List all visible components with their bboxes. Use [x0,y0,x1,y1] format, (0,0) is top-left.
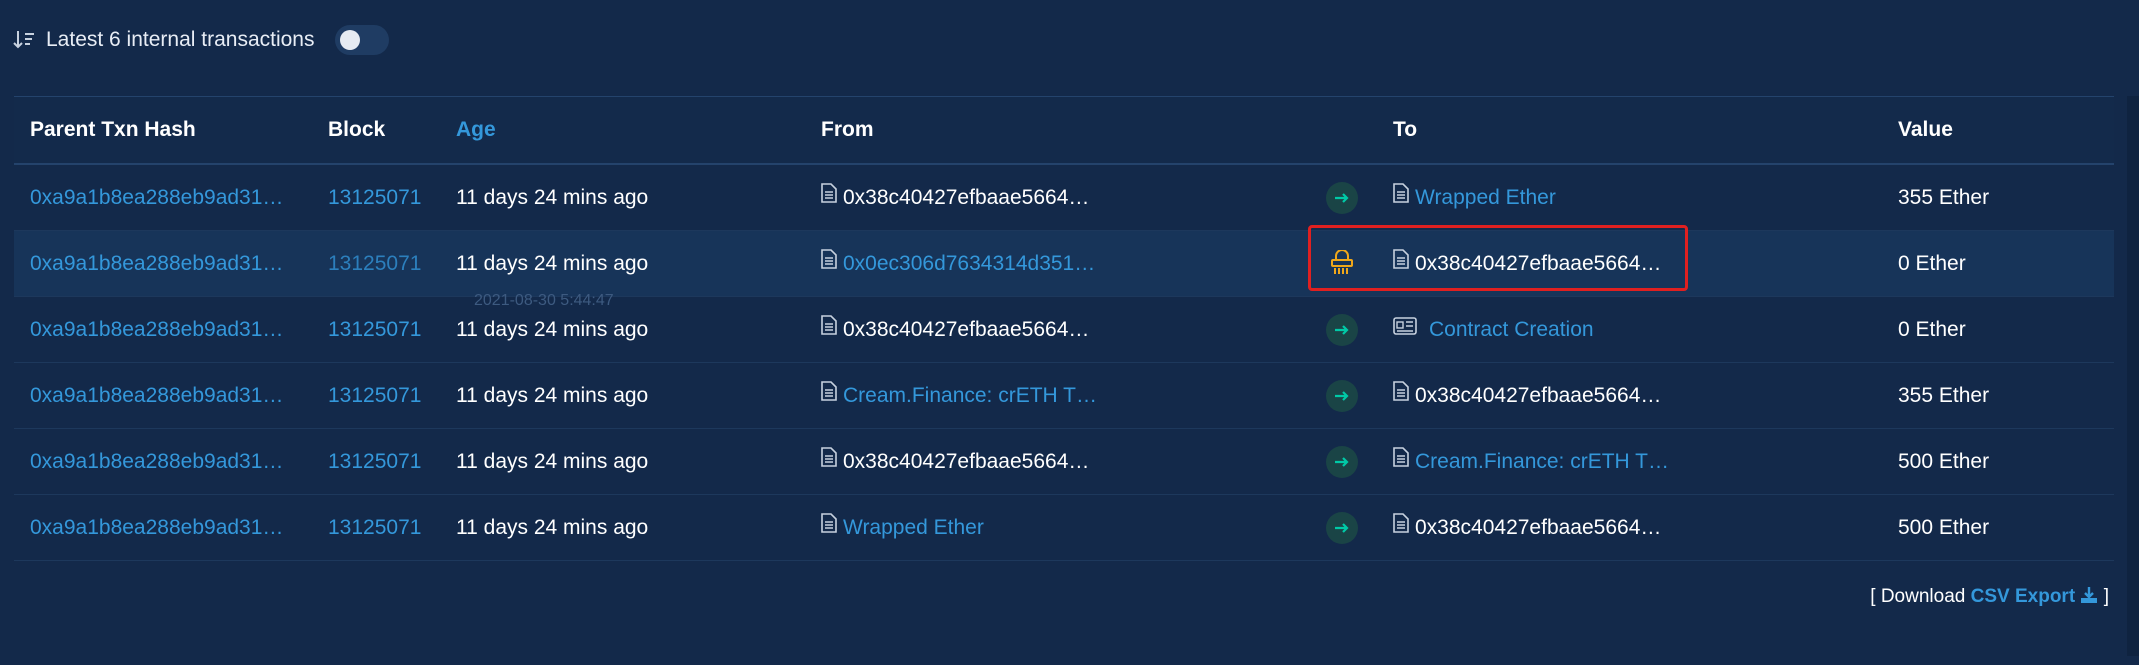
from-address-link[interactable]: 0x0ec306d7634314d351… [843,252,1095,275]
contract-file-icon [821,297,837,361]
contract-creation-icon [1393,297,1417,361]
to-cell: Cream.Finance: crETH T… [1393,429,1669,494]
to-address-link[interactable]: 0x38c40427efbaae5664… [1415,516,1661,539]
value-text: 500 Ether [1898,516,1990,539]
block-link[interactable]: 13125071 [328,297,421,362]
highlight-box [1308,225,1688,291]
value-text: 0 Ether [1898,318,1966,341]
value-text: 500 Ether [1898,450,1990,473]
age-text: 11 days 24 mins ago [456,252,649,275]
to-cell: 0x38c40427efbaae5664… [1393,363,1661,428]
advanced-mode-toggle[interactable] [334,25,389,55]
age-text: 11 days 24 mins ago [456,384,649,407]
age-text: 11 days 24 mins ago [456,186,649,209]
to-address-link[interactable]: Wrapped Ether [1415,186,1556,209]
block-link[interactable]: 13125071 [328,165,421,230]
from-cell: 0x0ec306d7634314d351… [821,231,1095,296]
table-row: 0xa9a1b8ea288eb9ad31… 13125071 11 days 2… [14,297,2114,363]
to-address-link[interactable]: Cream.Finance: crETH T… [1415,450,1669,473]
to-cell: Wrapped Ether [1393,165,1556,230]
to-cell: Contract Creation [1393,297,1594,362]
csv-export-link[interactable]: CSV Export [1971,586,2076,607]
column-header-value: Value [1898,118,1953,141]
transfer-arrow-icon [1326,314,1358,346]
contract-file-icon [1393,165,1409,229]
column-header-from: From [821,118,874,141]
value-text: 355 Ether [1898,186,1990,209]
age-tooltip: 2021-08-30 5:44:47 [474,292,614,309]
age-text: 11 days 24 mins ago [456,450,649,473]
from-address-link[interactable]: 0x38c40427efbaae5664… [843,318,1089,341]
column-header-age[interactable]: Age [456,97,496,163]
to-address-link[interactable]: 0x38c40427efbaae5664… [1415,384,1661,407]
column-header-to: To [1393,118,1418,141]
contract-file-icon [821,231,837,295]
column-header-parent-txn-hash: Parent Txn Hash [30,118,196,141]
to-cell: 0x38c40427efbaae5664… [1393,495,1661,560]
table-header-bar: Latest 6 internal transactions [12,22,389,58]
table-head: Parent Txn Hash Block Age From To Value [14,96,2114,165]
table-row: 0xa9a1b8ea288eb9ad31… 13125071 11 days 2… [14,231,2114,297]
download-icon[interactable] [2080,586,2103,607]
contract-file-icon [821,495,837,559]
transfer-arrow-icon [1326,380,1358,412]
value-text: 355 Ether [1898,384,1990,407]
block-link[interactable]: 13125071 [328,429,421,494]
transactions-count-title: Latest 6 internal transactions [46,28,315,51]
contract-file-icon [821,429,837,493]
block-link[interactable]: 13125071 [328,495,421,560]
block-link[interactable]: 13125071 [328,363,421,428]
from-cell: Cream.Finance: crETH T… [821,363,1097,428]
table-row: 0xa9a1b8ea288eb9ad31… 13125071 11 days 2… [14,429,2114,495]
from-cell: Wrapped Ether [821,495,984,560]
transfer-arrow-icon [1326,446,1358,478]
transfer-arrow-icon [1326,512,1358,544]
from-address-link[interactable]: 0x38c40427efbaae5664… [843,450,1089,473]
download-suffix: ] [2103,586,2109,607]
contract-creation-link[interactable]: Contract Creation [1429,318,1594,341]
table-row: 0xa9a1b8ea288eb9ad31… 13125071 11 days 2… [14,495,2114,561]
parent-txn-hash-link[interactable]: 0xa9a1b8ea288eb9ad31… [30,363,302,428]
from-address-link[interactable]: Cream.Finance: crETH T… [843,384,1097,407]
table-row: 0xa9a1b8ea288eb9ad31… 13125071 11 days 2… [14,165,2114,231]
download-prefix: [ Download [1870,586,1966,607]
contract-file-icon [1393,363,1409,427]
scrollbar[interactable] [2127,96,2139,656]
age-text: 11 days 24 mins ago [456,516,649,539]
contract-file-icon [1393,495,1409,559]
from-cell: 0x38c40427efbaae5664… [821,297,1089,362]
transfer-arrow-icon [1326,182,1358,214]
block-link[interactable]: 13125071 [328,231,421,296]
value-text: 0 Ether [1898,252,1966,275]
table-row: 0xa9a1b8ea288eb9ad31… 13125071 11 days 2… [14,363,2114,429]
contract-file-icon [821,165,837,229]
contract-file-icon [1393,429,1409,493]
from-cell: 0x38c40427efbaae5664… [821,165,1089,230]
toggle-knob [339,30,360,50]
parent-txn-hash-link[interactable]: 0xa9a1b8ea288eb9ad31… [30,297,302,362]
parent-txn-hash-link[interactable]: 0xa9a1b8ea288eb9ad31… [30,429,302,494]
parent-txn-hash-link[interactable]: 0xa9a1b8ea288eb9ad31… [30,165,302,230]
sort-descending-icon[interactable] [12,28,36,52]
from-address-link[interactable]: Wrapped Ether [843,516,984,539]
csv-download-footer: [ Download CSV Export ] [1870,586,2109,608]
contract-file-icon [821,363,837,427]
from-address-link[interactable]: 0x38c40427efbaae5664… [843,186,1089,209]
from-cell: 0x38c40427efbaae5664… [821,429,1089,494]
parent-txn-hash-link[interactable]: 0xa9a1b8ea288eb9ad31… [30,495,302,560]
parent-txn-hash-link[interactable]: 0xa9a1b8ea288eb9ad31… [30,231,302,296]
internal-transactions-table: Parent Txn Hash Block Age From To Value … [14,96,2114,561]
column-header-block: Block [328,118,386,141]
